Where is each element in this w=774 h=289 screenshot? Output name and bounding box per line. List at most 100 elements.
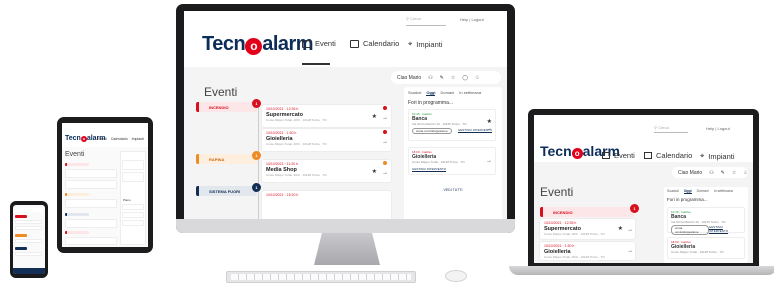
user-icon[interactable]: ⚇ — [428, 75, 432, 81]
phone-event-row[interactable] — [15, 252, 42, 256]
laptop-timeline-incendio[interactable]: INCENDIO 1 — [540, 204, 639, 217]
brand-logo[interactable]: Tecn o alarm — [202, 33, 314, 56]
laptop-search-placeholder: Cerca — [658, 125, 669, 130]
tab-domani[interactable]: Domani — [440, 90, 454, 96]
chat-icon[interactable]: ◯ — [462, 75, 468, 81]
timeline-badge: 1 — [252, 183, 261, 192]
help-link[interactable]: Help — [460, 17, 468, 22]
user-icon[interactable]: ⚇ — [709, 170, 713, 176]
tab-scaduti[interactable]: Scaduti — [667, 189, 679, 194]
laptop-nav-eventi[interactable]: Eventi — [602, 151, 635, 160]
timeline-rapina[interactable]: RAPINA 1 — [196, 151, 261, 164]
tablet-event-card[interactable] — [65, 199, 117, 208]
event-card[interactable]: 10/10/2021 · 15:20 h — [262, 191, 391, 219]
page-title: Eventi — [204, 85, 238, 99]
event-card-supermercato[interactable]: 10/10/2021 · 12:35 h Supermercato Corso … — [262, 105, 391, 127]
phone-event-row[interactable] — [15, 220, 42, 224]
bell-icon[interactable]: ♤ — [475, 75, 479, 81]
star-icon[interactable]: ☆ — [451, 75, 455, 81]
phone-timeline-rapina[interactable] — [15, 234, 27, 237]
tablet-timeline-rapina[interactable] — [65, 193, 89, 196]
nav-impianti[interactable]: ⌖ Impianti — [408, 39, 443, 49]
laptop-nav-impianti[interactable]: ⌖ Impianti — [700, 151, 735, 161]
edit-icon[interactable]: ✎ — [440, 75, 444, 81]
panel-card-address: Via Nizza Mazzini 10 · 10125 Torino · TO — [671, 220, 726, 224]
laptop-panel-heading: Fori in programma... — [667, 197, 708, 202]
logout-link[interactable]: Logout — [472, 17, 484, 22]
tablet-timeline-sistema[interactable] — [65, 213, 89, 216]
tablet-panel-row[interactable] — [122, 212, 144, 218]
panel-card-banca[interactable]: 10:45 · Inattivo Banca Via Nizza Mazzini… — [408, 109, 496, 141]
laptop-search-input[interactable]: ⚲ Cerca — [654, 125, 688, 133]
laptop-event-card-gioielleria[interactable]: 10/10/2021 · 1:30 h Gioielleria Corso Fi… — [540, 242, 635, 260]
help-link[interactable]: Help — [706, 126, 714, 131]
tab-domani[interactable]: Domani — [697, 189, 709, 194]
event-card-media-shop[interactable]: 10/10/2021 · 11:20 h Media Shop Corso Fi… — [262, 160, 391, 182]
phone-event-row[interactable] — [15, 239, 42, 243]
tablet-nav-impianti[interactable]: Impianti — [132, 137, 144, 141]
event-time: 10/10/2021 · 1:30 h — [266, 131, 297, 135]
panel-card-gioielleria[interactable]: 18:00 · Inattivo Gioielleria Corso Filip… — [408, 147, 496, 175]
star-icon[interactable]: ☆ — [732, 170, 736, 176]
star-icon[interactable]: ★ — [372, 168, 377, 175]
arrow-right-icon[interactable]: → — [382, 115, 388, 121]
tablet-panel-row[interactable] — [122, 204, 144, 210]
bell-icon[interactable]: ♤ — [743, 170, 747, 176]
tablet-event-card[interactable] — [65, 237, 117, 245]
user-greeting[interactable]: Ciao Mario — [678, 170, 702, 176]
arrow-right-icon[interactable]: → — [382, 139, 388, 145]
event-address: Corso Filippo Turati, 20/C · 10128 Torin… — [544, 255, 605, 259]
laptop-panel-card-gioielleria[interactable]: 18:00 · Inattivo Gioielleria Corso Filip… — [667, 237, 745, 259]
star-icon[interactable]: ★ — [487, 118, 492, 125]
arrow-right-icon[interactable]: → — [486, 126, 492, 132]
arrow-right-icon[interactable]: → — [486, 158, 492, 164]
timeline-sistema-fuori[interactable]: SISTEMA FUORI 1 — [196, 183, 261, 196]
tab-oggi[interactable]: Oggi — [426, 90, 436, 96]
logout-link[interactable]: Logout — [718, 126, 730, 131]
star-icon[interactable]: ★ — [372, 113, 377, 120]
tablet-panel-card[interactable] — [122, 160, 144, 170]
nav-eventi[interactable]: Eventi — [302, 39, 336, 48]
mouse — [445, 270, 467, 282]
user-greeting[interactable]: Ciao Mario — [397, 75, 421, 81]
laptop-panel-card-banca[interactable]: 10:45 · Inattivo Banca Via Nizza Mazzini… — [667, 207, 745, 235]
arrow-right-icon[interactable]: → — [627, 227, 633, 233]
tab-in-settimana[interactable]: In settimana — [459, 90, 481, 96]
phone-timeline-sistema[interactable] — [15, 247, 27, 250]
nav-calendario[interactable]: Calendario — [350, 39, 399, 48]
arrow-right-icon[interactable]: → — [382, 170, 388, 176]
manage-link[interactable]: GESTISCI INTERVENTO — [412, 167, 492, 171]
edit-icon[interactable]: ✎ — [721, 170, 725, 176]
tablet-event-card[interactable] — [65, 180, 117, 189]
arrow-right-icon[interactable]: → — [627, 248, 633, 254]
phone-event-row[interactable] — [15, 226, 42, 230]
timeline-incendio[interactable]: INCENDIO 1 — [196, 99, 261, 112]
tablet-timeline-incendio[interactable] — [65, 163, 89, 166]
tab-scaduti[interactable]: Scaduti — [408, 90, 421, 96]
laptop-event-card-supermercato[interactable]: 10/10/2021 · 12:35 h Supermercato Corso … — [540, 219, 635, 239]
laptop-nav-calendario[interactable]: Calendario — [644, 151, 692, 160]
tab-oggi[interactable]: Oggi — [683, 189, 692, 194]
start-check-button[interactable]: Avvia controllo/gestione — [671, 225, 709, 235]
tablet-event-card[interactable] — [65, 169, 117, 178]
start-check-button[interactable]: Avvia controllo/gestione — [412, 128, 452, 134]
tablet-event-card[interactable] — [65, 219, 117, 228]
tablet-nav-eventi[interactable]: Eventi — [97, 137, 107, 141]
search-icon: ⚲ — [406, 16, 409, 21]
see-all-link[interactable]: VEDI TUTTI — [404, 188, 502, 192]
tablet-timeline-incendio-2[interactable] — [65, 231, 89, 234]
calendar-icon — [644, 152, 652, 159]
event-card-gioielleria[interactable]: 10/10/2021 · 1:30 h Gioielleria Corso Fi… — [262, 129, 391, 151]
event-time: 10/10/2021 · 12:35 h — [266, 107, 299, 111]
list-icon — [302, 39, 311, 48]
list-icon — [602, 152, 610, 159]
tablet-panel-card[interactable] — [122, 172, 144, 182]
tab-in-settimana[interactable]: In settimana — [714, 189, 733, 194]
manage-link[interactable]: GESTISCI INTERVENTO — [709, 225, 741, 235]
star-icon[interactable]: ★ — [618, 225, 623, 232]
phone-timeline-incendio[interactable] — [15, 215, 27, 218]
tablet-nav-calendario[interactable]: Calendario — [111, 137, 128, 141]
event-time: 10/10/2021 · 11:20 h — [266, 162, 299, 166]
tablet-panel-row[interactable] — [122, 220, 144, 226]
search-input[interactable]: ⚲ Cerca — [406, 16, 446, 26]
